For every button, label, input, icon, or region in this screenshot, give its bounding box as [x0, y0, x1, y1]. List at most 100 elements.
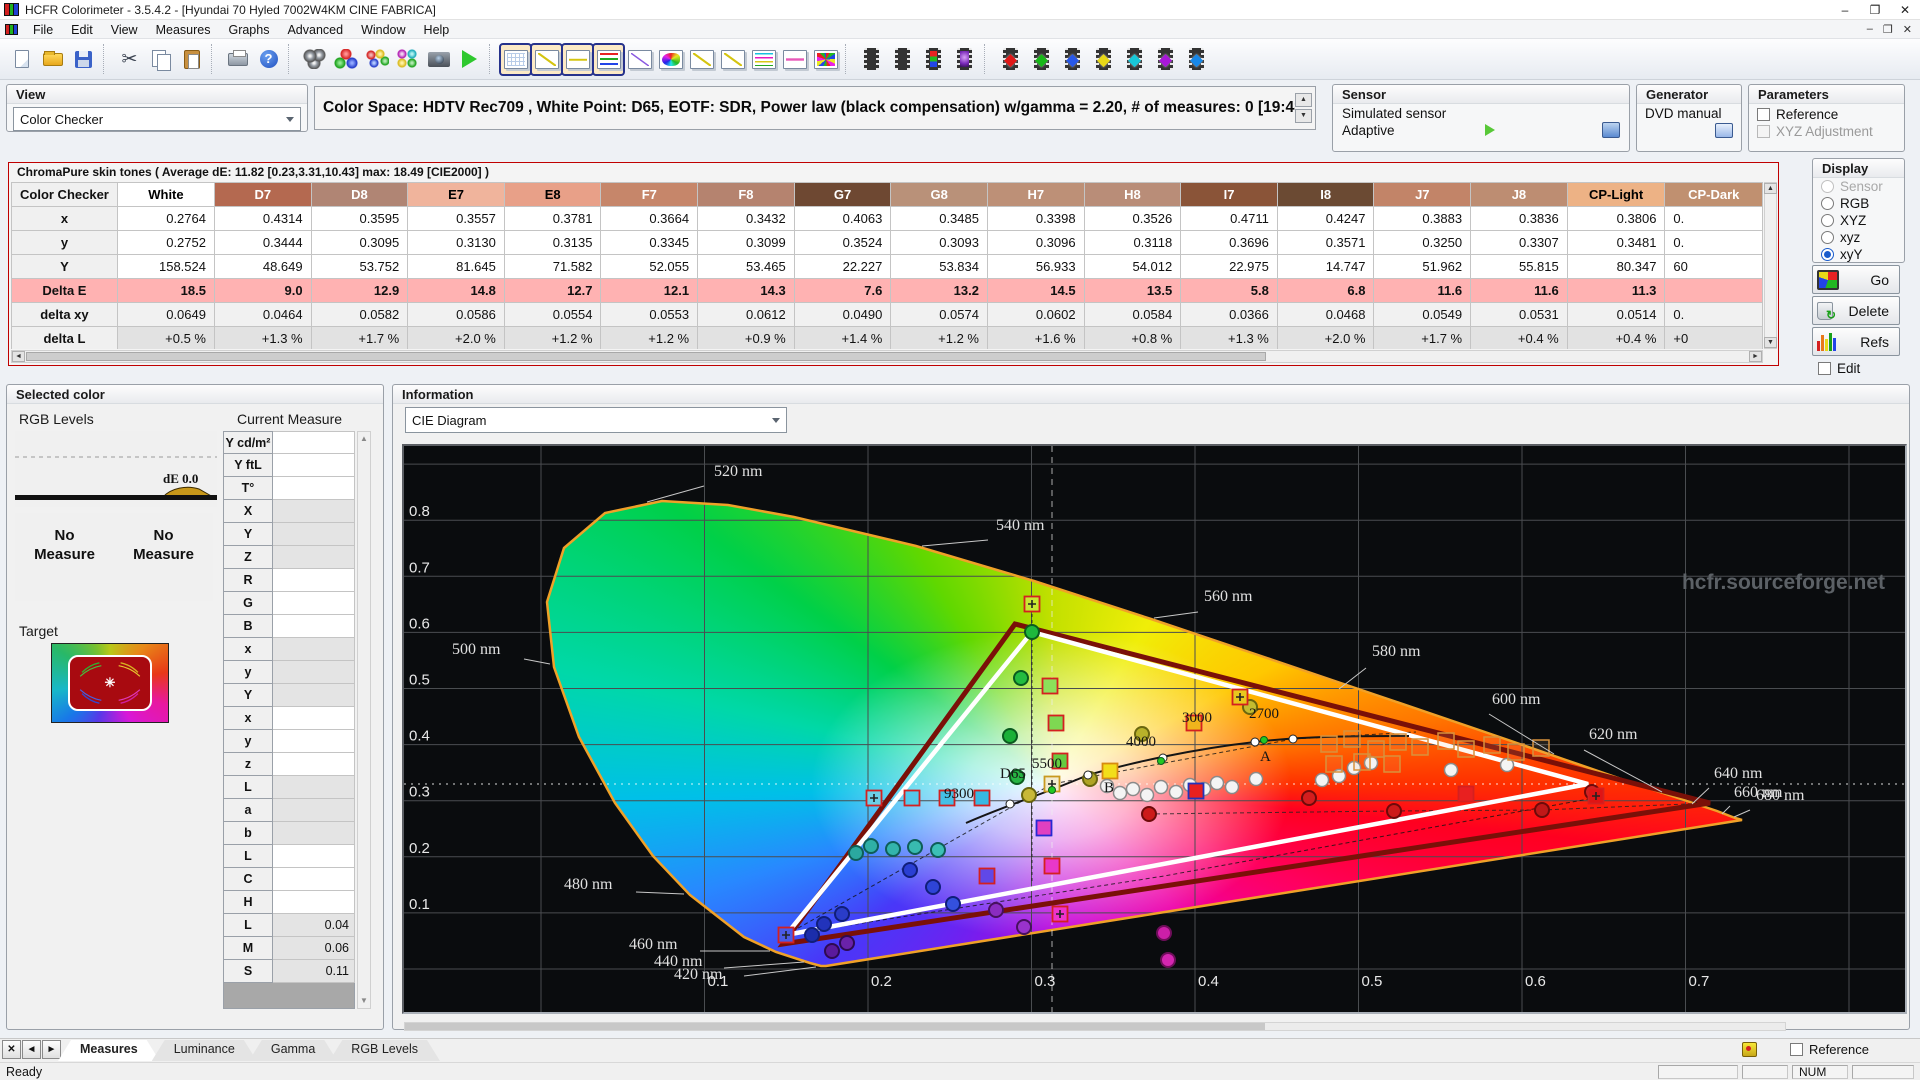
cell-j8-deltae[interactable]: 11.6: [1471, 279, 1568, 303]
cell-f8-deltae[interactable]: 14.3: [698, 279, 795, 303]
reference-checkbox[interactable]: [1757, 108, 1770, 121]
cell-e7-y[interactable]: 0.3130: [408, 231, 505, 255]
cell-cp-dark-deltal[interactable]: +0: [1665, 327, 1763, 350]
measure-row-value[interactable]: [273, 546, 355, 569]
cell-h8-y[interactable]: 54.012: [1084, 255, 1181, 279]
column-header-f8[interactable]: F8: [698, 183, 795, 207]
cell-j8-y[interactable]: 0.3307: [1471, 231, 1568, 255]
column-header-d8[interactable]: D8: [311, 183, 408, 207]
display-option-xyy[interactable]: xyY: [1813, 246, 1904, 263]
information-selector[interactable]: CIE Diagram: [405, 407, 787, 433]
radio-rgb[interactable]: [1821, 197, 1834, 210]
cell-e7-y[interactable]: 81.645: [408, 255, 505, 279]
reference-bottom-checkbox[interactable]: [1790, 1043, 1803, 1056]
cell-e7-x[interactable]: 0.3557: [408, 207, 505, 231]
view-nearblack-button[interactable]: [624, 44, 655, 75]
display-option-xyz[interactable]: XYZ: [1813, 212, 1904, 229]
cell-i7-deltae[interactable]: 5.8: [1181, 279, 1278, 303]
cell-i7-x[interactable]: 0.4711: [1181, 207, 1278, 231]
display-option-rgb[interactable]: RGB: [1813, 195, 1904, 212]
cell-h7-y[interactable]: 0.3096: [987, 231, 1084, 255]
pattern-gray2-button[interactable]: [887, 44, 918, 75]
bottom-scrollbar[interactable]: [404, 1022, 1786, 1031]
radio-xyy[interactable]: [1821, 248, 1834, 261]
column-header-cp-light[interactable]: CP-Light: [1567, 183, 1665, 207]
cell-i8-x[interactable]: 0.4247: [1277, 207, 1374, 231]
cell-d7-deltae[interactable]: 9.0: [214, 279, 311, 303]
view-rgb-levels-button[interactable]: [593, 44, 624, 75]
pattern-special-button[interactable]: [949, 44, 980, 75]
cell-cp-dark-y[interactable]: 0.: [1665, 231, 1763, 255]
column-header-j8[interactable]: J8: [1471, 183, 1568, 207]
column-header-i8[interactable]: I8: [1277, 183, 1374, 207]
pattern-cyan-button[interactable]: ◆: [1119, 44, 1150, 75]
cell-white-y[interactable]: 0.2752: [117, 231, 214, 255]
cell-h8-y[interactable]: 0.3118: [1084, 231, 1181, 255]
cell-g8-x[interactable]: 0.3485: [891, 207, 988, 231]
measure-row-value[interactable]: [273, 799, 355, 822]
cell-cp-dark-y[interactable]: 60: [1665, 255, 1763, 279]
mdi-minimize-button[interactable]: –: [1867, 23, 1873, 36]
pattern-magenta-button[interactable]: ◆: [1150, 44, 1181, 75]
cell-h7-deltaxy[interactable]: 0.0602: [987, 303, 1084, 327]
measures-table-vscrollbar[interactable]: ▲ ▼: [1764, 182, 1777, 349]
tab-prev-button[interactable]: ◄: [22, 1040, 41, 1059]
cut-button[interactable]: ✂: [114, 44, 145, 75]
mdi-close-button[interactable]: ✕: [1903, 23, 1912, 36]
cell-g7-y[interactable]: 0.3524: [794, 231, 891, 255]
cell-cp-dark-deltae[interactable]: [1665, 279, 1763, 303]
cell-e8-deltaxy[interactable]: 0.0554: [504, 303, 601, 327]
menu-edit[interactable]: Edit: [62, 22, 102, 38]
view-measures-grid-button[interactable]: [500, 44, 531, 75]
cie-diagram[interactable]: 0.10.20.30.40.50.60.70.10.20.30.40.50.60…: [402, 444, 1907, 1014]
current-measure-scrollbar[interactable]: ▲ ▼: [357, 431, 371, 1009]
scroll-down-icon[interactable]: ▼: [358, 994, 370, 1008]
measure-row-value[interactable]: [273, 638, 355, 661]
cell-h7-deltae[interactable]: 14.5: [987, 279, 1084, 303]
column-header-g7[interactable]: G7: [794, 183, 891, 207]
measure-row-value[interactable]: [273, 615, 355, 638]
measure-row-value[interactable]: [273, 431, 355, 454]
help-button[interactable]: ?: [253, 44, 284, 75]
column-header-e8[interactable]: E8: [504, 183, 601, 207]
pattern-green-button[interactable]: ◆: [1026, 44, 1057, 75]
cell-i7-y[interactable]: 22.975: [1181, 255, 1278, 279]
cell-white-deltal[interactable]: +0.5 %: [117, 327, 214, 350]
measure-row-value[interactable]: [273, 707, 355, 730]
view-colortemp-button[interactable]: [748, 44, 779, 75]
cell-e8-deltal[interactable]: +1.2 %: [504, 327, 601, 350]
cell-g8-y[interactable]: 0.3093: [891, 231, 988, 255]
cell-g8-y[interactable]: 53.834: [891, 255, 988, 279]
reference-checkbox-row[interactable]: Reference: [1749, 104, 1904, 122]
column-header-e7[interactable]: E7: [408, 183, 505, 207]
cell-e8-x[interactable]: 0.3781: [504, 207, 601, 231]
measure-row-value[interactable]: [273, 661, 355, 684]
cell-i8-deltal[interactable]: +2.0 %: [1277, 327, 1374, 350]
cell-g7-deltae[interactable]: 7.6: [794, 279, 891, 303]
tab-measures[interactable]: Measures: [58, 1040, 160, 1061]
refs-button[interactable]: Refs: [1812, 327, 1900, 356]
cell-f7-deltae[interactable]: 12.1: [601, 279, 698, 303]
cell-white-deltaxy[interactable]: 0.0649: [117, 303, 214, 327]
cell-d7-deltal[interactable]: +1.3 %: [214, 327, 311, 350]
sensor-config-icon[interactable]: [1602, 122, 1620, 138]
cell-j7-x[interactable]: 0.3883: [1374, 207, 1471, 231]
pattern-red-button[interactable]: ◆: [995, 44, 1026, 75]
cell-d8-x[interactable]: 0.3595: [311, 207, 408, 231]
measure-row-value[interactable]: [273, 822, 355, 845]
cell-e7-deltae[interactable]: 14.8: [408, 279, 505, 303]
cell-g8-deltal[interactable]: +1.2 %: [891, 327, 988, 350]
menu-file[interactable]: File: [24, 22, 62, 38]
measure-row-value[interactable]: [273, 753, 355, 776]
cell-f8-y[interactable]: 0.3099: [698, 231, 795, 255]
cell-d7-y[interactable]: 48.649: [214, 255, 311, 279]
cell-i8-deltaxy[interactable]: 0.0468: [1277, 303, 1374, 327]
paste-button[interactable]: [176, 44, 207, 75]
go-button[interactable]: Go: [1812, 265, 1900, 294]
cell-d8-deltal[interactable]: +1.7 %: [311, 327, 408, 350]
cell-h7-deltal[interactable]: +1.6 %: [987, 327, 1084, 350]
view-gamma2-button[interactable]: [717, 44, 748, 75]
cell-f7-y[interactable]: 52.055: [601, 255, 698, 279]
cell-f8-y[interactable]: 53.465: [698, 255, 795, 279]
menu-graphs[interactable]: Graphs: [219, 22, 278, 38]
